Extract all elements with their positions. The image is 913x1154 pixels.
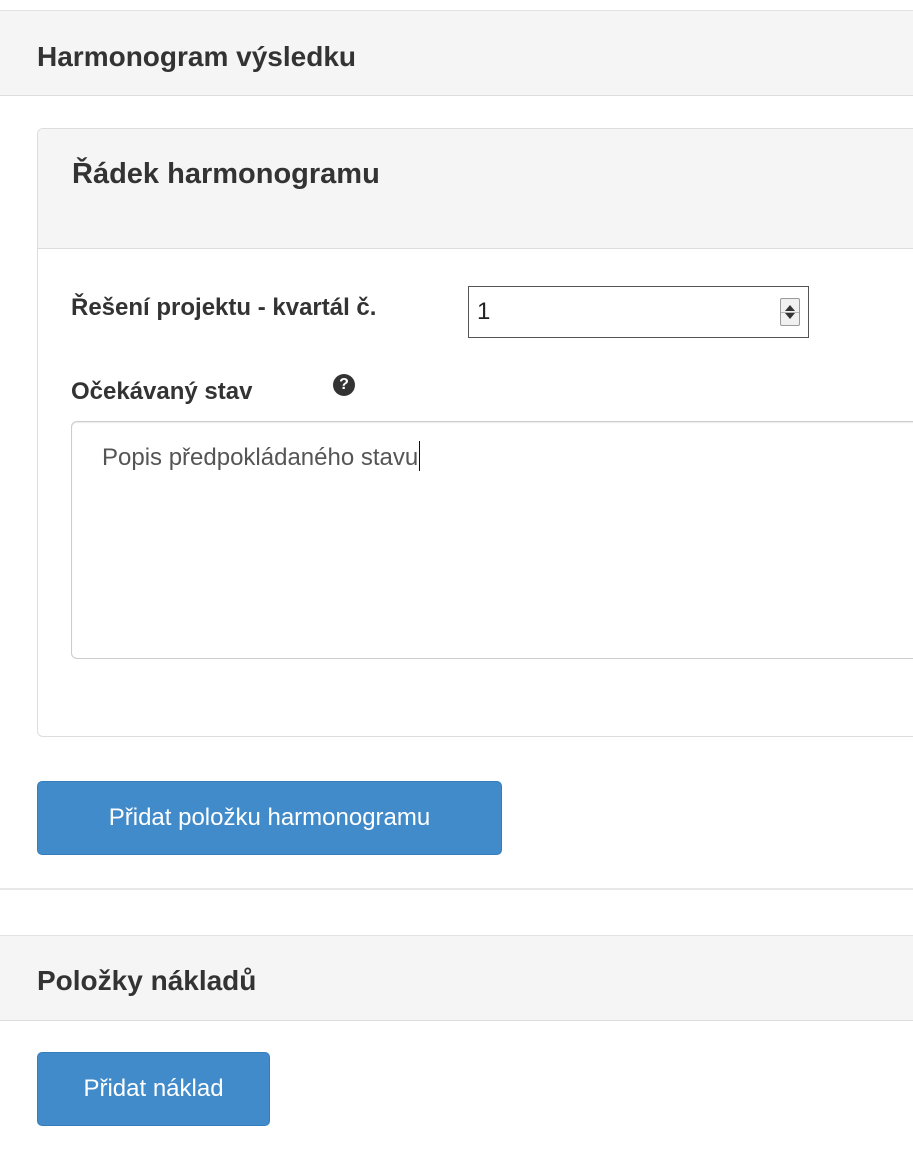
- quarter-number-input[interactable]: 1: [468, 286, 809, 338]
- costs-section-title: Položky nákladů: [37, 965, 257, 996]
- harmonogram-row-panel: Řádek harmonogramu Řešení projektu - kva…: [37, 128, 913, 737]
- expected-state-value: Popis předpokládaného stavu: [102, 444, 419, 471]
- harmonogram-row-panel-title: Řádek harmonogramu: [72, 158, 380, 190]
- quarter-spinner[interactable]: [780, 298, 800, 326]
- add-cost-button[interactable]: Přidat náklad: [37, 1052, 270, 1126]
- question-circle-icon[interactable]: ?: [333, 374, 355, 396]
- quarter-field-label: Řešení projektu - kvartál č.: [71, 294, 377, 321]
- harmonogram-row-panel-heading: Řádek harmonogramu: [38, 129, 913, 249]
- expected-state-textarea[interactable]: Popis předpokládaného stavu: [71, 421, 913, 659]
- spinner-up-icon[interactable]: [785, 305, 795, 311]
- harmonogram-section-header: Harmonogram výsledku: [0, 10, 913, 96]
- expected-state-text: Popis předpokládaného stavu: [102, 441, 421, 472]
- costs-section-header: Položky nákladů: [0, 935, 913, 1021]
- text-caret: [419, 441, 421, 471]
- section-divider: [0, 888, 913, 890]
- add-harmonogram-item-button[interactable]: Přidat položku harmonogramu: [37, 781, 502, 855]
- expected-state-label: Očekávaný stav: [71, 378, 253, 405]
- spinner-down-icon[interactable]: [785, 313, 795, 319]
- harmonogram-section-title: Harmonogram výsledku: [37, 41, 356, 72]
- quarter-number-value: 1: [477, 298, 491, 325]
